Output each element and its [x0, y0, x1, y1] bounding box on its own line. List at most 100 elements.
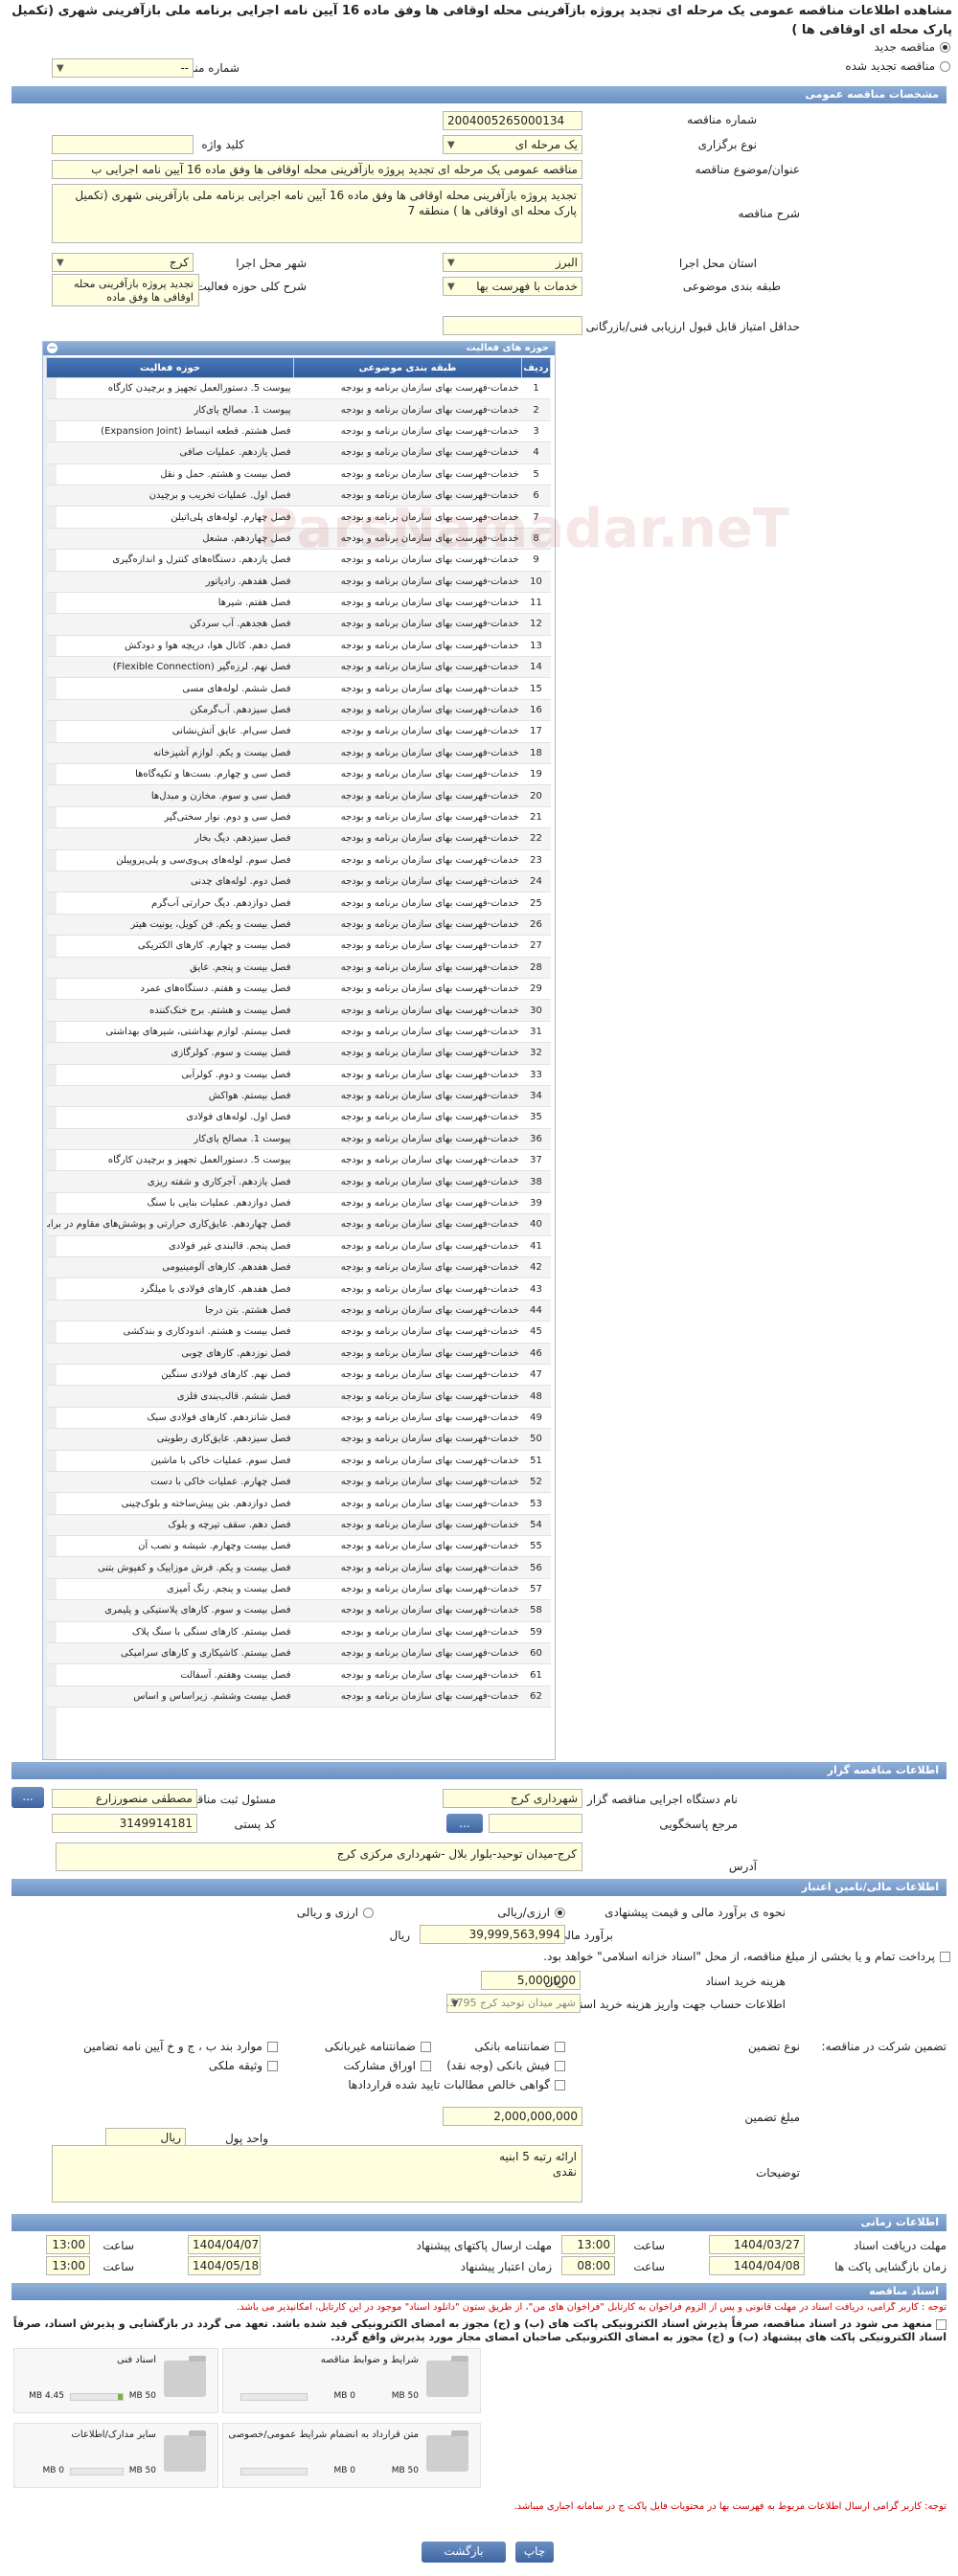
- folder-icon: [426, 2430, 468, 2472]
- row-number: 47: [521, 1364, 551, 1387]
- table-row: 44 خدمات-فهرست بهای سازمان برنامه و بودجه…: [46, 1299, 551, 1322]
- row-activity: فصل بیست و سوم. کولرگازی: [46, 1042, 294, 1065]
- organizer-section-header: اطلاعات مناقصه گزار: [11, 1762, 947, 1779]
- guarantee-clauses-label: موارد بند ب ، ج و خ آیین نامه تضامین: [82, 2040, 262, 2053]
- row-activity: فصل بیست و چهارم. کارهای الکتریکی: [46, 935, 294, 958]
- doc-fee-field: 5,000,000: [481, 1971, 581, 1990]
- row-number: 50: [521, 1428, 551, 1451]
- row-category: خدمات-فهرست بهای سازمان برنامه و بودجه: [293, 1578, 522, 1601]
- table-row: 20 خدمات-فهرست بهای سازمان برنامه و بودجه…: [46, 784, 551, 807]
- address-field: کرج-میدان توحید-بلوار بلال -شهرداری مرکز…: [56, 1842, 582, 1871]
- held-type-select[interactable]: یک مرحله ای ▼: [443, 135, 582, 154]
- table-row: 42 خدمات-فهرست بهای سازمان برنامه و بودجه…: [46, 1256, 551, 1279]
- row-number: 54: [521, 1514, 551, 1537]
- guarantee-cash-checkbox[interactable]: [555, 2061, 565, 2071]
- row-activity: فصل شانزدهم. کارهای فولادی سبک: [46, 1407, 294, 1430]
- file-name: اسناد فنی: [117, 2355, 156, 2365]
- row-activity: فصل بیست وششم. زیراساس و اساس: [46, 1685, 294, 1708]
- method-rial-label: ارزی/ریالی: [497, 1906, 550, 1919]
- new-tender-radio[interactable]: [940, 42, 950, 53]
- row-activity: فصل سیزدهم. آب‌گرمکن: [46, 699, 294, 722]
- row-category: خدمات-فهرست بهای سازمان برنامه و بودجه: [293, 1364, 522, 1387]
- category-select[interactable]: خدمات با فهرست بها ▼: [443, 277, 582, 296]
- payment-checkbox[interactable]: [940, 1952, 950, 1962]
- row-activity: فصل بیست وچهارم. شیشه و نصب آن: [46, 1535, 294, 1558]
- chevron-down-icon: ▼: [451, 1999, 459, 2009]
- table-row: 23 خدمات-فهرست بهای سازمان برنامه و بودجه…: [46, 849, 551, 871]
- row-activity: فصل سی و دوم. نوار سختی‌گیر: [46, 806, 294, 829]
- table-row: 28 خدمات-فهرست بهای سازمان برنامه و بودجه…: [46, 957, 551, 979]
- table-row: 47 خدمات-فهرست بهای سازمان برنامه و بودجه…: [46, 1364, 551, 1387]
- row-number: 17: [521, 720, 551, 743]
- guarantee-nonbank-checkbox[interactable]: [421, 2042, 431, 2052]
- row-activity: فصل سوم. عملیات خاکی با ماشین: [46, 1450, 294, 1472]
- table-row: 52 خدمات-فهرست بهای سازمان برنامه و بودجه…: [46, 1471, 551, 1494]
- timing-section-header: اطلاعات زمانی: [11, 2214, 947, 2231]
- row-category: خدمات-فهرست بهای سازمان برنامه و بودجه: [293, 1321, 522, 1344]
- collapse-icon[interactable]: −: [47, 343, 57, 353]
- row-number: 1: [521, 377, 551, 400]
- row-number: 40: [521, 1213, 551, 1236]
- row-category: خدمات-فهرست بهای سازمان برنامه و بودجه: [293, 1535, 522, 1558]
- guarantee-property-checkbox[interactable]: [267, 2061, 278, 2071]
- device-label: نام دستگاه اجرایی مناقصه گزار: [586, 1793, 738, 1806]
- row-number: 55: [521, 1535, 551, 1558]
- account-select[interactable]: شهر میدان توحید کرج 3795...▼: [446, 1994, 581, 2013]
- row-category: خدمات-فهرست بهای سازمان برنامه و بودجه: [293, 613, 522, 636]
- province-select[interactable]: البرز ▼: [443, 253, 582, 272]
- row-number: 33: [521, 1064, 551, 1086]
- row-category: خدمات-فهرست بهای سازمان برنامه و بودجه: [293, 441, 522, 464]
- payment-note: پرداخت تمام و یا بخشی از مبلغ مناقصه، از…: [543, 1950, 935, 1963]
- validity-time: 13:00: [46, 2256, 90, 2275]
- validity-date: 1404/05/18: [188, 2256, 261, 2275]
- previous-number-select[interactable]: -- ▼: [52, 58, 194, 78]
- print-button[interactable]: چاپ: [515, 2542, 554, 2563]
- row-activity: فصل دوازدهم. دیگ حرارتی آب‌گرم: [46, 892, 294, 915]
- file-max: 50 MB: [391, 2391, 419, 2401]
- row-category: خدمات-فهرست بهای سازمان برنامه و بودجه: [293, 1642, 522, 1665]
- guarantee-bank-checkbox[interactable]: [555, 2042, 565, 2052]
- row-number: 48: [521, 1385, 551, 1408]
- back-button[interactable]: بازگشت: [422, 2542, 506, 2563]
- renewed-tender-label: مناقصه تجدید شده: [845, 59, 935, 73]
- subject-label: عنوان/موضوع مناقصه: [695, 163, 800, 176]
- row-number: 35: [521, 1106, 551, 1129]
- documents-commit-checkbox[interactable]: [936, 2318, 947, 2330]
- general-section-header: مشخصات مناقصه عمومی: [11, 86, 947, 103]
- file-box-conditions[interactable]: شرایط و ضوابط مناقصه 0 MB 50 MB: [222, 2348, 481, 2413]
- row-number: 15: [521, 677, 551, 700]
- reference-more-button[interactable]: ...: [446, 1814, 483, 1833]
- file-box-contract[interactable]: متن قرارداد به انضمام شرایط عمومی/خصوصی …: [222, 2423, 481, 2488]
- table-row: 13 خدمات-فهرست بهای سازمان برنامه و بودجه…: [46, 635, 551, 658]
- responsible-field: مصطفی منصورزارع: [52, 1789, 197, 1808]
- row-category: خدمات-فهرست بهای سازمان برنامه و بودجه: [293, 827, 522, 850]
- keyword-field[interactable]: [52, 135, 194, 154]
- chevron-down-icon: ▼: [447, 258, 455, 268]
- row-category: خدمات-فهرست بهای سازمان برنامه و بودجه: [293, 656, 522, 679]
- row-activity: فصل بیست و سوم. کارهای پلاستیکی و پلیمری: [46, 1599, 294, 1622]
- row-category: خدمات-فهرست بهای سازمان برنامه و بودجه: [293, 1170, 522, 1193]
- method-fx-radio[interactable]: [363, 1908, 374, 1918]
- table-row: 51 خدمات-فهرست بهای سازمان برنامه و بودجه…: [46, 1450, 551, 1472]
- row-number: 41: [521, 1235, 551, 1258]
- row-activity: فصل سی و چهارم. بست‌ها و تکیه‌گاه‌ها: [46, 763, 294, 786]
- guarantee-claims-checkbox[interactable]: [555, 2080, 565, 2090]
- documents-note-3: توجه: کاربر گرامی ارسال اطلاعات مربوط به…: [513, 2501, 947, 2512]
- row-activity: فصل بیستم. کارهای سنگی با سنگ پلاک: [46, 1621, 294, 1644]
- method-rial-radio[interactable]: [555, 1908, 565, 1918]
- file-box-technical[interactable]: اسناد فنی 50 MB 4.45 MB: [13, 2348, 218, 2413]
- table-row: 37 خدمات-فهرست بهای سازمان برنامه و بودجه…: [46, 1149, 551, 1172]
- row-category: خدمات-فهرست بهای سازمان برنامه و بودجه: [293, 999, 522, 1022]
- row-number: 25: [521, 892, 551, 915]
- page-title: مشاهده اطلاعات مناقصه عمومی یک مرحله ای …: [11, 4, 952, 37]
- guarantee-clauses-checkbox[interactable]: [267, 2042, 278, 2052]
- estimate-currency: ریال: [389, 1929, 410, 1942]
- guarantee-bonds-checkbox[interactable]: [421, 2061, 431, 2071]
- responsible-more-button[interactable]: ...: [11, 1787, 44, 1808]
- file-box-other[interactable]: سایر مدارک/اطلاعات 50 MB 0 MB: [13, 2423, 218, 2488]
- row-activity: فصل ششم. قالب‌بندی فلزی: [46, 1385, 294, 1408]
- row-activity: فصل سیزدهم. دیگ بخار: [46, 827, 294, 850]
- city-select[interactable]: کرج ▼: [52, 253, 194, 272]
- row-activity: فصل چهارم. لوله‌های پلی‌اتیلن: [46, 506, 294, 529]
- renewed-tender-radio[interactable]: [940, 61, 950, 72]
